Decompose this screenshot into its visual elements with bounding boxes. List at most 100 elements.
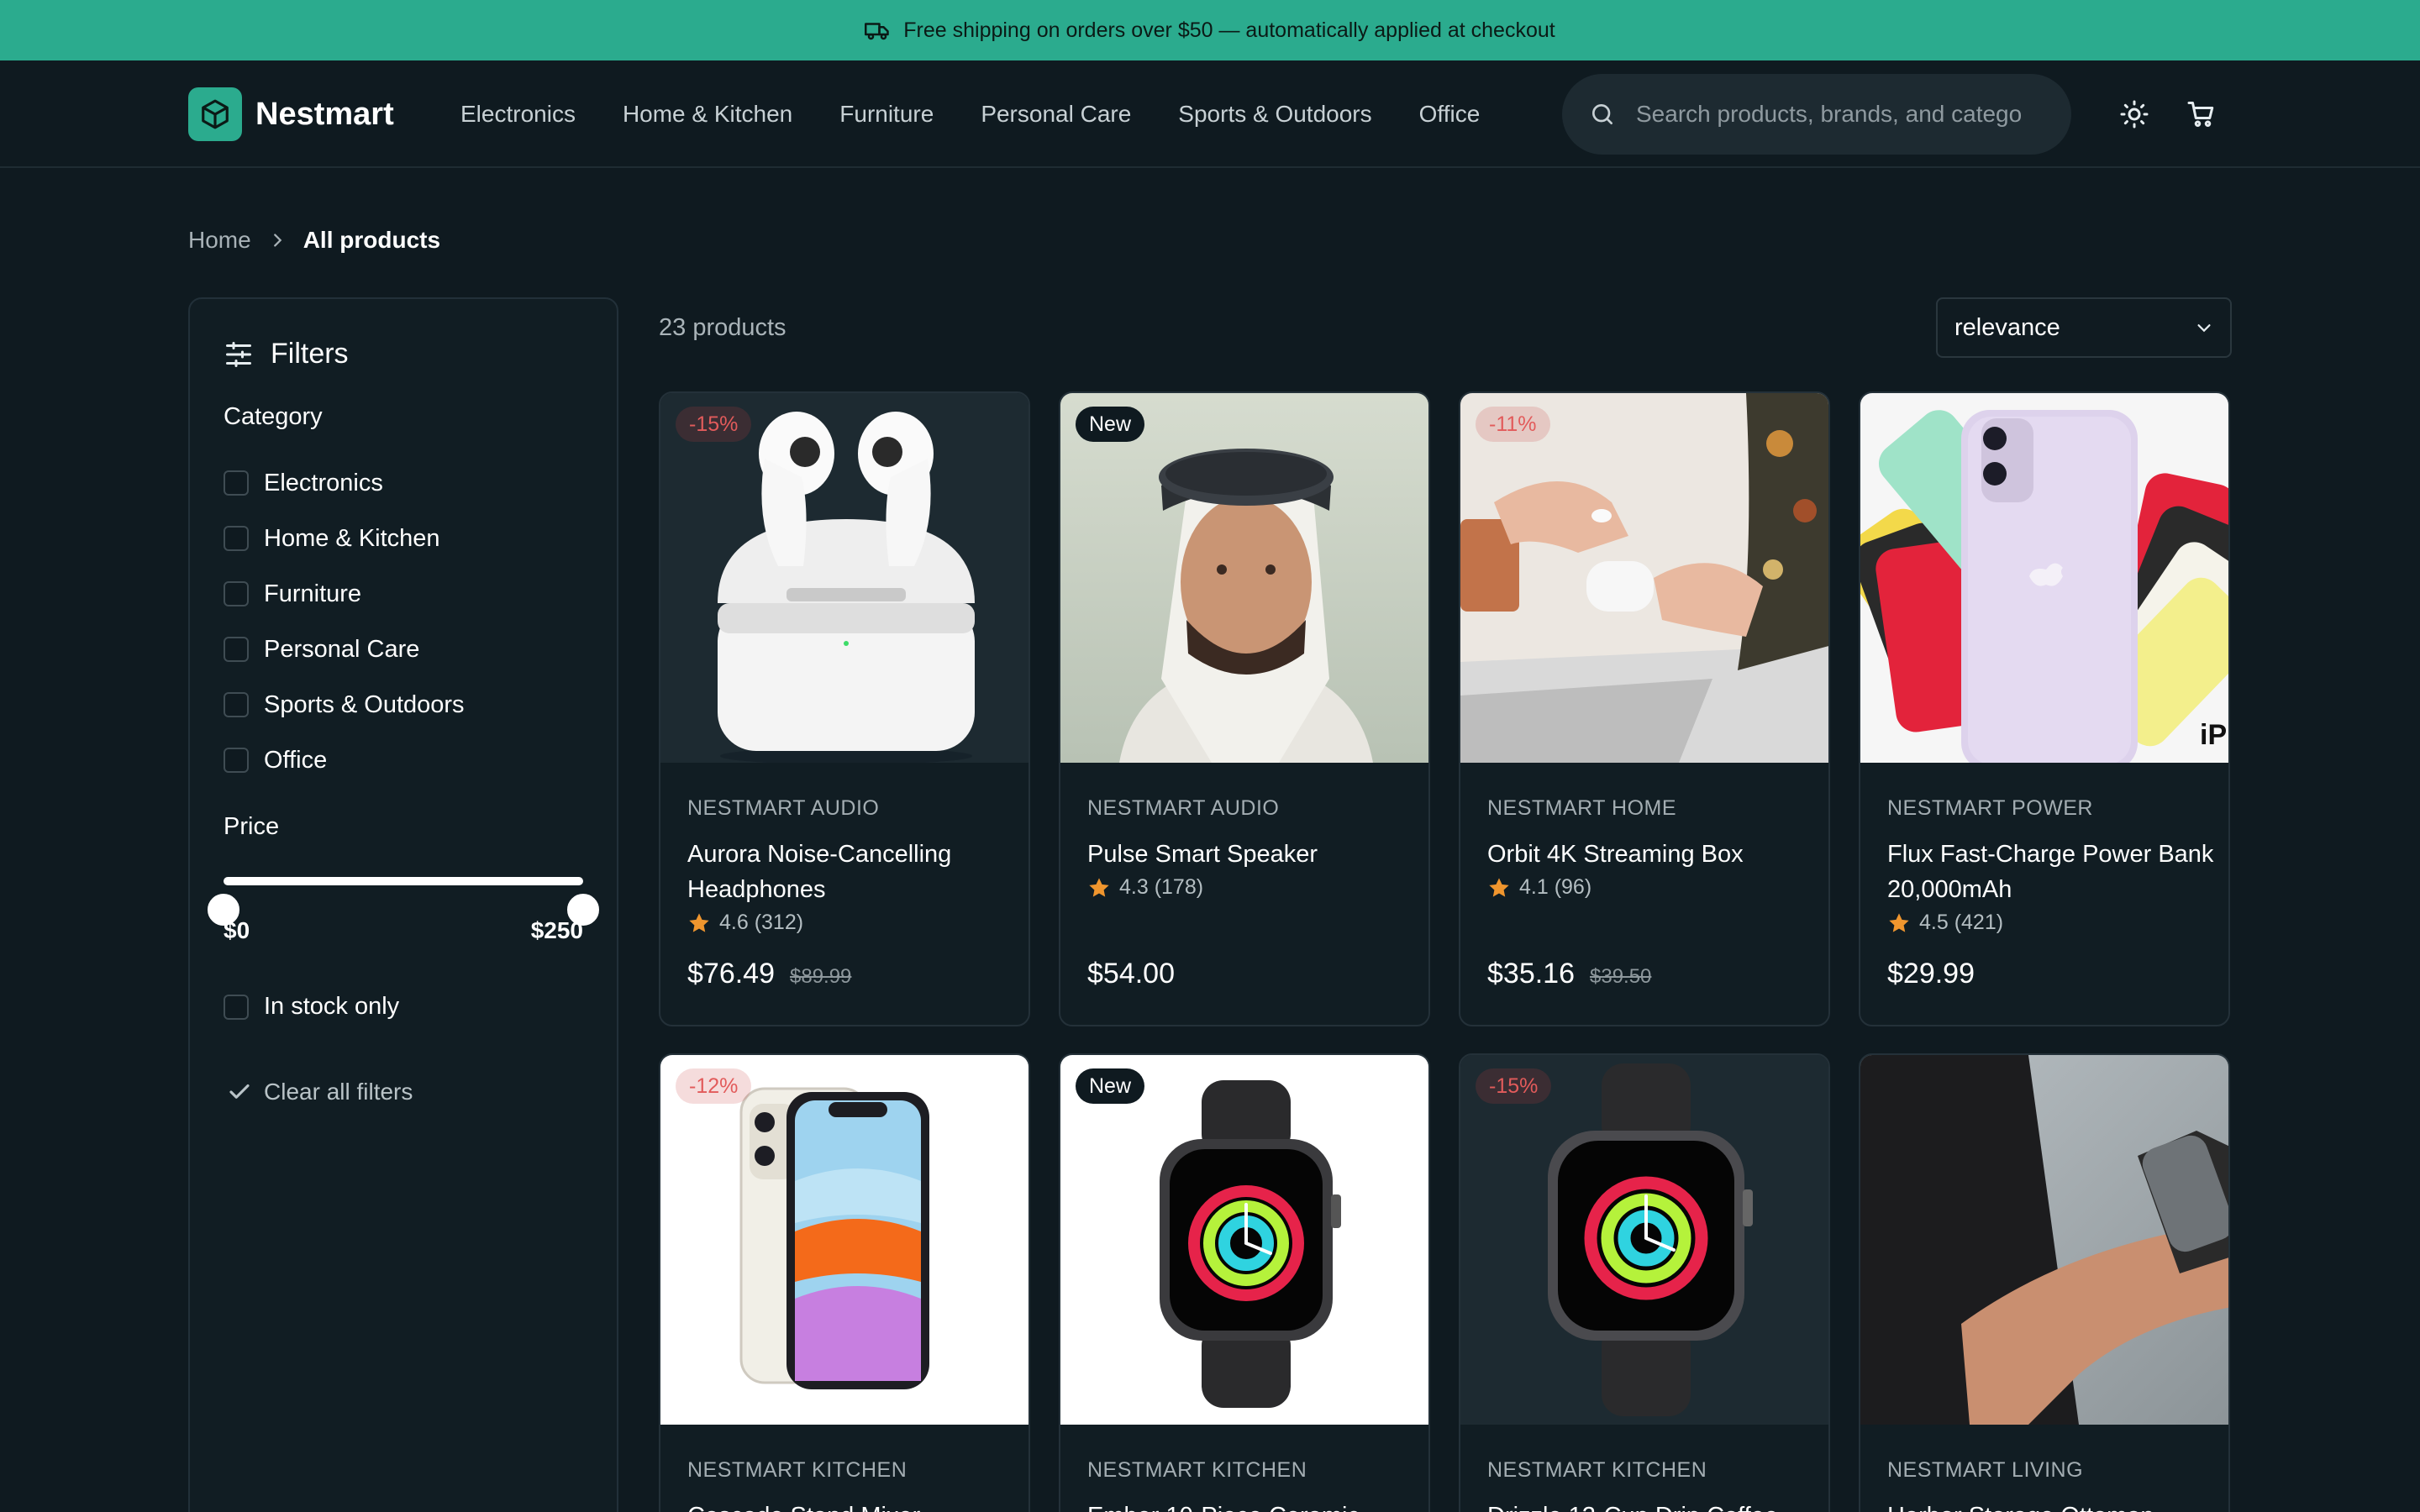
nav-personal-care[interactable]: Personal Care [981, 101, 1131, 128]
category-personal-care[interactable]: Personal Care [224, 622, 465, 677]
rating-text: 4.5 (421) [1919, 911, 2004, 934]
category-label: Personal Care [264, 635, 420, 663]
new-badge: New [1076, 407, 1145, 442]
category-label: Electronics [264, 469, 383, 496]
cart-button[interactable] [2181, 94, 2222, 134]
star-icon [1489, 877, 1509, 897]
category-checkbox[interactable] [224, 748, 249, 773]
category-checkbox[interactable] [224, 692, 249, 717]
filters-heading: Filters [224, 338, 349, 370]
product-price: $29.99 [1887, 958, 1975, 990]
product-rating: 4.6 (312) [687, 911, 803, 935]
star-icon [1889, 912, 1909, 932]
man-portrait-image [1060, 393, 1428, 763]
announcement-text: Free shipping on orders over $50 — autom… [903, 18, 1555, 42]
product-card[interactable]: -12% NESTMART KITCHEN Cascade Stand Mixe… [659, 1053, 1030, 1512]
in-stock-filter[interactable]: In stock only [224, 993, 399, 1021]
product-rating: 4.1 (96) [1487, 875, 1591, 900]
category-label: Home & Kitchen [264, 524, 440, 552]
filters-title: Filters [271, 338, 349, 370]
star-icon [1089, 877, 1109, 897]
clear-filters-label: Clear all filters [264, 1079, 413, 1105]
product-card[interactable]: New NESTMART AUDIO Pulse Smart Speaker 4… [1059, 391, 1430, 1026]
rating-text: 4.3 (178) [1119, 875, 1204, 899]
discount-badge: -15% [676, 407, 752, 442]
product-card[interactable]: NESTMART LIVING Harbor Storage Ottoman [1859, 1053, 2230, 1512]
price-original: $89.99 [790, 965, 852, 988]
rating-text: 4.6 (312) [719, 911, 804, 934]
category-checkbox[interactable] [224, 526, 249, 551]
clear-filters-button[interactable]: Clear all filters [227, 1079, 413, 1105]
product-brand: NESTMART KITCHEN [687, 1458, 908, 1482]
product-name[interactable]: Flux Fast-Charge Power Bank 20,000mAh [1887, 837, 2215, 907]
price-current: $35.16 [1487, 958, 1575, 990]
search-input[interactable] [1636, 101, 2023, 128]
product-card[interactable]: New NESTMART KITCHEN Ember 10-Piece Cera… [1059, 1053, 1430, 1512]
product-card[interactable]: -11% NESTMART HOME Orbit 4K Streaming Bo… [1459, 391, 1830, 1026]
product-price: $76.49 $89.99 [687, 958, 851, 990]
product-rating: 4.5 (421) [1887, 911, 2003, 935]
sliders-icon [226, 341, 251, 367]
image-wordmark: iPl [2200, 719, 2228, 751]
logo[interactable]: Nestmart [188, 87, 394, 141]
category-office[interactable]: Office [224, 732, 465, 788]
product-card[interactable]: -15% NESTMART KITCHEN Drizzle 12-Cup Dri… [1459, 1053, 1830, 1512]
breadcrumb-home[interactable]: Home [188, 227, 251, 254]
category-home-kitchen[interactable]: Home & Kitchen [224, 511, 465, 566]
nav-home-kitchen[interactable]: Home & Kitchen [623, 101, 792, 128]
theme-toggle-button[interactable] [2114, 94, 2154, 134]
chevron-right-icon [273, 234, 281, 247]
search-box[interactable] [1562, 74, 2071, 155]
discount-badge: -15% [1476, 1068, 1552, 1104]
category-furniture[interactable]: Furniture [224, 566, 465, 622]
price-original: $39.50 [1590, 965, 1652, 988]
sun-icon [2120, 100, 2149, 129]
product-name[interactable]: Pulse Smart Speaker [1087, 837, 1415, 872]
product-brand: NESTMART POWER [1887, 796, 2093, 820]
nav-office[interactable]: Office [1419, 101, 1481, 128]
product-card[interactable]: iPl NESTMART POWER Flux Fast-Charge Powe… [1859, 391, 2230, 1026]
product-name[interactable]: Aurora Noise-Cancelling Headphones [687, 837, 1015, 907]
product-name[interactable]: Harbor Storage Ottoman [1887, 1499, 2215, 1512]
logo-mark [188, 87, 242, 141]
chevron-down-icon [2197, 324, 2211, 333]
nav-furniture[interactable]: Furniture [839, 101, 934, 128]
product-name[interactable]: Ember 10-Piece Ceramic [1087, 1499, 1415, 1512]
product-name[interactable]: Orbit 4K Streaming Box [1487, 837, 1815, 872]
category-sports-outdoors[interactable]: Sports & Outdoors [224, 677, 465, 732]
breadcrumb-current: All products [302, 227, 441, 253]
category-checkbox[interactable] [224, 637, 249, 662]
category-checkbox[interactable] [224, 470, 249, 496]
smartwatch-image [1060, 1055, 1428, 1425]
product-brand: NESTMART KITCHEN [1087, 1458, 1307, 1482]
main-nav: Electronics Home & Kitchen Furniture Per… [460, 91, 1480, 138]
category-checkbox[interactable] [224, 581, 249, 606]
nav-electronics[interactable]: Electronics [460, 101, 576, 128]
category-electronics[interactable]: Electronics [224, 455, 465, 511]
category-label: Sports & Outdoors [264, 690, 465, 718]
sort-value: relevance [1954, 313, 2060, 341]
product-price: $35.16 $39.50 [1487, 958, 1651, 990]
price-current: $54.00 [1087, 958, 1175, 990]
product-card[interactable]: -15% NESTMART AUDIO Aurora Noise-Cancell… [659, 391, 1030, 1026]
sort-select[interactable]: relevance [1936, 297, 2232, 358]
nav-sports-outdoors[interactable]: Sports & Outdoors [1178, 101, 1371, 128]
product-price: $54.00 [1087, 958, 1175, 990]
product-rating: 4.3 (178) [1087, 875, 1203, 900]
product-name[interactable]: Drizzle 12-Cup Drip Coffee [1487, 1499, 1815, 1512]
announcement-bar: Free shipping on orders over $50 — autom… [0, 0, 2420, 60]
price-slider-track[interactable] [224, 877, 583, 885]
hands-earbuds-image [1460, 393, 1828, 763]
product-name[interactable]: Cascade Stand Mixer [687, 1499, 1015, 1512]
category-label: Furniture [264, 580, 362, 607]
product-brand: NESTMART KITCHEN [1487, 1458, 1707, 1482]
earbuds-case-image [660, 393, 1028, 763]
discount-badge: -11% [1476, 407, 1550, 442]
price-max-label: $250 [530, 917, 583, 943]
product-brand: NESTMART AUDIO [1087, 796, 1280, 820]
wrist-watch-image [1860, 1055, 2228, 1425]
in-stock-checkbox[interactable] [224, 994, 249, 1020]
price-current: $29.99 [1887, 958, 1975, 990]
logo-text: Nestmart [255, 96, 394, 132]
price-title: Price [224, 813, 280, 840]
